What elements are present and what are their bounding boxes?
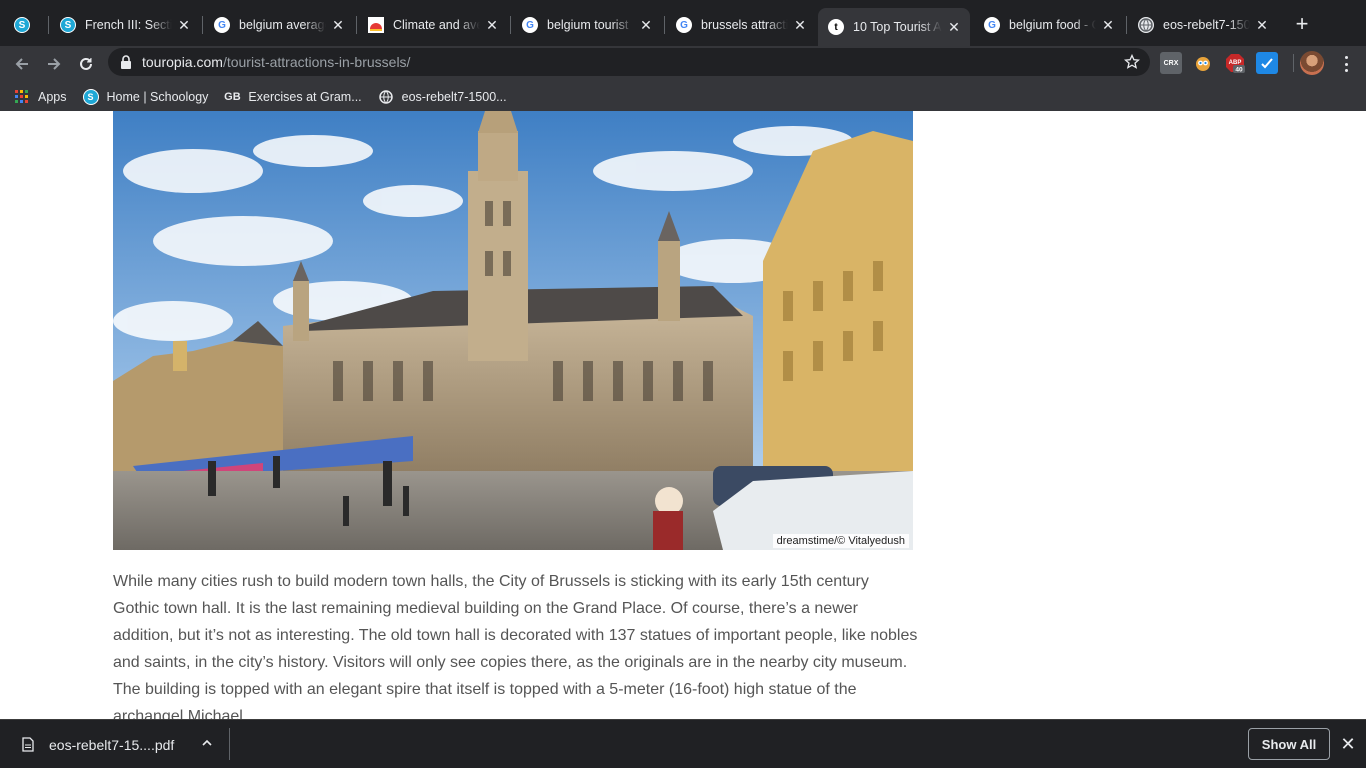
close-download-bar-icon[interactable]: ✕ [1340,735,1356,753]
schoology-icon: S [14,17,30,33]
browser-toolbar: touropia.com/tourist-attractions-in-brus… [0,46,1366,82]
file-icon [22,737,34,752]
bookmark-label: Home | Schoology [106,89,209,104]
google-icon: G [676,17,692,33]
back-button[interactable] [8,50,36,78]
url-host: touropia.com [142,54,223,70]
tab-title: eos-rebelt7-150 [1163,18,1250,32]
toolbar-divider [1293,54,1294,72]
touropia-icon: t [828,19,844,35]
tab-belgium-food[interactable]: G belgium food - G ✕ [974,8,1124,42]
bookmark-label: Exercises at Gram... [248,89,362,104]
reload-button[interactable] [72,50,100,78]
tab-brussels-attractions[interactable]: G brussels attracti ✕ [666,8,816,42]
address-bar[interactable]: touropia.com/tourist-attractions-in-brus… [108,48,1150,76]
climate-icon [368,17,384,33]
google-icon: G [984,17,1000,33]
schoology-icon: S [82,88,99,105]
tab-close-icon[interactable]: ✕ [330,17,346,33]
download-bar: eos-rebelt7-15....pdf Show All ✕ [0,719,1366,768]
tab-strip: S S French III: Sectio ✕ G belgium avera… [0,0,1366,46]
tab-close-icon[interactable]: ✕ [1254,17,1270,33]
tab-separator [202,16,203,34]
article-paragraph: While many cities rush to build modern t… [113,573,918,719]
chevron-up-icon[interactable] [200,736,214,750]
owl-extension-icon[interactable] [1192,52,1214,74]
tab-title: 10 Top Tourist A [853,20,942,34]
tab-title: belgium average [239,18,326,32]
tab-separator [356,16,357,34]
download-file-name: eos-rebelt7-15....pdf [49,736,175,753]
tab-belgium-tourist[interactable]: G belgium tourist ✕ [512,8,662,42]
new-tab-button[interactable]: + [1292,13,1312,35]
page-content: dreamstime/© Vitalyedush While many citi… [0,111,1366,719]
tab-separator [48,16,49,34]
crx-extension-icon[interactable]: CRX [1160,52,1182,74]
tab-climate[interactable]: Climate and ave ✕ [358,8,508,42]
photo-credit: dreamstime/© Vitalyedush [772,534,909,548]
tab-close-icon[interactable]: ✕ [1100,17,1116,33]
tab-title: Climate and ave [393,18,480,32]
tab-french-iii[interactable]: S French III: Sectio ✕ [50,8,200,42]
apps-grid-icon [14,89,30,105]
forward-button[interactable] [40,50,68,78]
tab-close-icon[interactable]: ✕ [946,19,962,35]
reload-icon [80,57,92,70]
tab-title: belgium tourist [547,18,629,32]
browser-menu-icon[interactable] [1340,54,1352,74]
url-path: /tourist-attractions-in-brussels/ [222,54,411,70]
abp-extension-icon[interactable]: ABP 40 [1224,52,1246,74]
tab-belgium-average[interactable]: G belgium average ✕ [204,8,354,42]
globe-icon [378,89,394,105]
bookmarks-bar: Apps S Home | Schoology GB Exercises at … [0,82,1366,111]
tab-touropia-active[interactable]: t 10 Top Tourist A ✕ [818,8,970,46]
forward-arrow-icon [48,58,61,70]
download-divider [229,728,230,760]
svg-text:40: 40 [1235,67,1243,74]
back-arrow-icon [15,58,28,70]
brussels-town-hall-photo: dreamstime/© Vitalyedush [113,111,913,550]
tab-title: belgium food - G [1009,18,1096,32]
tab-separator [664,16,665,34]
bookmark-star-icon[interactable] [1124,54,1140,70]
tab-separator [510,16,511,34]
gb-icon: GB [224,90,241,103]
tab-close-icon[interactable]: ✕ [176,17,192,33]
bookmark-schoology[interactable]: S Home | Schoology [82,88,209,105]
bookmark-label: Apps [38,89,67,104]
google-icon: G [214,17,230,33]
download-item[interactable]: eos-rebelt7-15....pdf [0,720,229,768]
show-all-button[interactable]: Show All [1248,728,1330,760]
bookmark-grammar[interactable]: GB Exercises at Gram... [224,89,361,105]
globe-icon [1138,17,1154,33]
tab-close-icon[interactable]: ✕ [792,17,808,33]
tab-close-icon[interactable]: ✕ [638,17,654,33]
lock-icon [121,55,131,69]
tab-separator [1126,16,1127,34]
tab-close-icon[interactable]: ✕ [484,17,500,33]
tab-eos-rebelt7[interactable]: eos-rebelt7-150 ✕ [1128,8,1278,42]
check-extension-icon[interactable] [1256,52,1278,74]
tab-schoology-pinned[interactable]: S [4,8,48,42]
bookmark-eos[interactable]: eos-rebelt7-1500... [378,89,507,105]
bookmark-label: eos-rebelt7-1500... [401,89,507,104]
tab-title: brussels attracti [701,18,788,32]
profile-avatar[interactable] [1300,51,1324,75]
google-icon: G [522,17,538,33]
tab-title: French III: Sectio [85,18,172,32]
schoology-icon: S [60,17,76,33]
bookmark-apps[interactable]: Apps [14,89,67,105]
